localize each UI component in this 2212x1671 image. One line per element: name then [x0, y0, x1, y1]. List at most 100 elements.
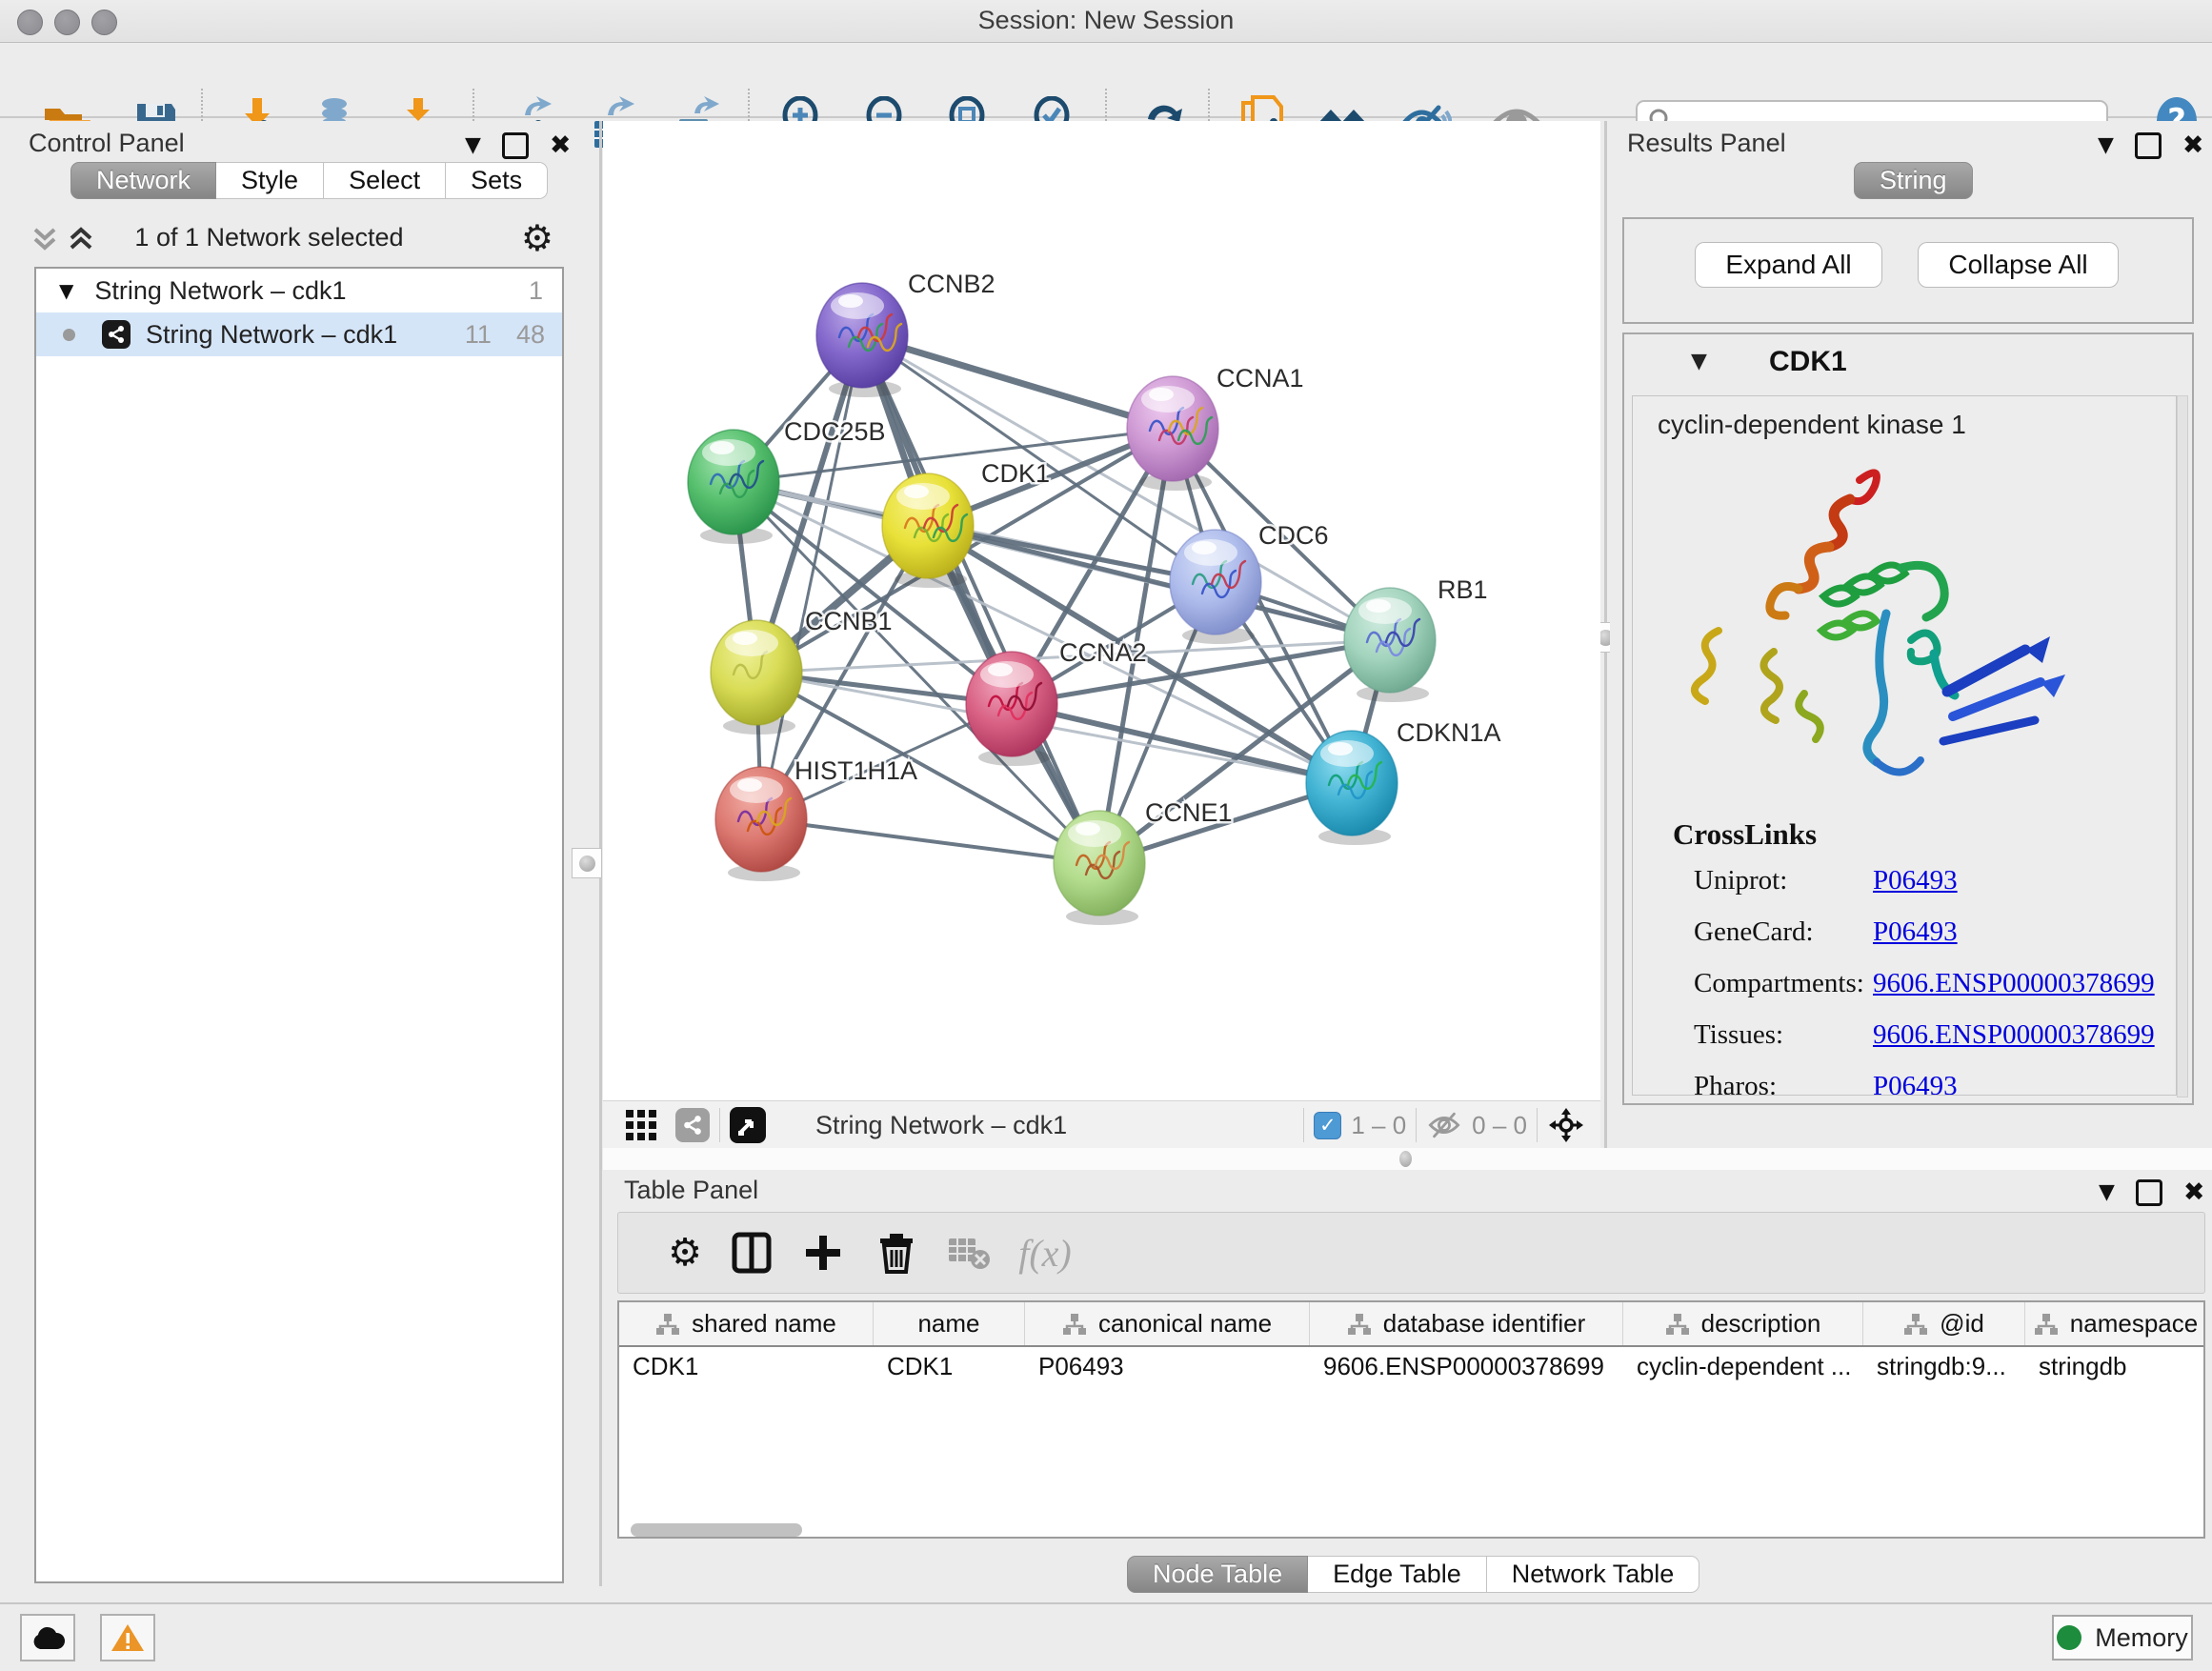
panel-collapse-icon[interactable]: ▼ [2099, 1180, 2115, 1204]
protein-structure-image [1661, 453, 2071, 815]
crosslink-link[interactable]: 9606.ENSP00000378699 [1873, 968, 2155, 999]
node-label-CCNA2: CCNA2 [1059, 638, 1147, 667]
network-node-CDC6[interactable]: CDC6 [1170, 521, 1329, 644]
create-column-icon[interactable] [796, 1226, 850, 1279]
network-node-CDKN1A[interactable]: CDKN1A [1306, 718, 1501, 845]
left-splitter-handle[interactable] [572, 848, 602, 878]
table-horizontal-scrollbar[interactable] [631, 1523, 802, 1537]
entry-expander-icon[interactable]: ▼ [1691, 350, 1707, 373]
crosslink-label: Uniprot: [1694, 865, 1787, 896]
cell-canonical-name[interactable]: P06493 [1025, 1352, 1310, 1381]
column-header-namespace[interactable]: namespace [2025, 1302, 2205, 1345]
network-row[interactable]: String Network – cdk1 11 48 [36, 312, 562, 356]
delete-table-icon[interactable] [942, 1226, 995, 1279]
control-panel: Control Panel ▼ ✖ NetworkStyleSelectSets… [8, 121, 569, 1586]
panel-float-icon[interactable] [502, 132, 529, 159]
network-list: ▼ String Network – cdk1 1 String Network… [34, 267, 564, 1583]
delete-column-icon[interactable] [870, 1226, 923, 1279]
separator [1416, 1108, 1417, 1142]
column-type-icon [1347, 1313, 1372, 1336]
column-type-icon [1665, 1313, 1690, 1336]
crosslink-link[interactable]: P06493 [1873, 916, 1958, 948]
panel-collapse-icon[interactable]: ▼ [465, 133, 481, 157]
selected-checkbox-icon[interactable]: ✓ [1314, 1112, 1341, 1139]
tree-expander-icon[interactable]: ▼ [59, 279, 73, 302]
tab-network-table[interactable]: Network Table [1487, 1556, 1700, 1593]
crosslink-link[interactable]: P06493 [1873, 1071, 1958, 1096]
control-panel-title: Control Panel [29, 129, 185, 158]
horizontal-splitter-handle[interactable] [1399, 1151, 1412, 1167]
column-type-icon [2034, 1313, 2059, 1336]
panel-collapse-icon[interactable]: ▼ [2098, 133, 2114, 157]
network-graph: CCNB2CCNA1CDC25BCDK1CDC6RB1CCNB1CCNA2CDK… [603, 121, 1600, 1100]
tab-style[interactable]: Style [216, 162, 324, 199]
tab-sets[interactable]: Sets [446, 162, 548, 199]
entry-header[interactable]: ▼ CDK1 [1624, 334, 2192, 393]
table-row[interactable]: CDK1CDK1P064939606.ENSP00000378699cyclin… [619, 1347, 2203, 1385]
title-bar: Session: New Session [0, 0, 2212, 43]
column-header-database-identifier[interactable]: database identifier [1310, 1302, 1623, 1345]
column-label: canonical name [1098, 1309, 1272, 1339]
tab-network[interactable]: Network [70, 162, 216, 199]
column-header-shared-name[interactable]: shared name [619, 1302, 874, 1345]
panel-close-icon[interactable]: ✖ [550, 131, 572, 160]
results-panel: Results Panel ▼ ✖ String Expand All Coll… [1610, 121, 2212, 1148]
network-view-toolbar: String Network – cdk1 ✓ 1 – 0 0 – 0 [603, 1100, 1600, 1150]
panel-close-icon[interactable]: ✖ [2182, 131, 2204, 160]
table-panel-title: Table Panel [624, 1176, 758, 1205]
network-collection-row[interactable]: ▼ String Network – cdk1 1 [36, 269, 562, 312]
collapse-all-button[interactable]: Collapse All [1918, 242, 2119, 288]
selected-counts: 1 – 0 [1351, 1111, 1406, 1140]
column-label: @id [1940, 1309, 1984, 1339]
network-node-RB1[interactable]: RB1 [1344, 575, 1488, 702]
crosslink-link[interactable]: 9606.ENSP00000378699 [1873, 1019, 2155, 1051]
network-node-HIST1H1A[interactable]: HIST1H1A [715, 756, 917, 881]
network-node-CCNB2[interactable]: CCNB2 [816, 270, 995, 397]
tab-string[interactable]: String [1854, 162, 1973, 199]
panel-float-icon[interactable] [2136, 1179, 2162, 1206]
cell-shared-name[interactable]: CDK1 [619, 1352, 874, 1381]
expand-all-button[interactable]: Expand All [1695, 242, 1882, 288]
column-header-description[interactable]: description [1623, 1302, 1863, 1345]
column-header-id[interactable]: @id [1863, 1302, 2025, 1345]
column-header-canonical-name[interactable]: canonical name [1025, 1302, 1310, 1345]
warnings-button[interactable] [100, 1614, 155, 1661]
horizontal-splitter[interactable] [603, 1148, 2212, 1172]
cloud-icon [30, 1624, 65, 1651]
table-options-gear-icon[interactable]: ⚙ [658, 1226, 712, 1279]
panel-close-icon[interactable]: ✖ [2183, 1178, 2205, 1207]
grid-view-icon[interactable] [624, 1108, 658, 1142]
network-options-gear-icon[interactable]: ⚙ [521, 217, 553, 259]
function-builder-icon[interactable]: f(x) [1018, 1226, 1072, 1279]
column-header-name[interactable]: name [874, 1302, 1025, 1345]
network-share-icon[interactable] [675, 1108, 710, 1142]
network-edge-HIST1H1A-CCNE1[interactable] [761, 819, 1099, 863]
cell-name[interactable]: CDK1 [874, 1352, 1025, 1381]
tab-node-table[interactable]: Node Table [1127, 1556, 1308, 1593]
cell-namespace[interactable]: stringdb [2025, 1352, 2205, 1381]
network-node-CCNE1[interactable]: CCNE1 [1054, 798, 1233, 925]
node-label-HIST1H1A: HIST1H1A [794, 756, 917, 785]
results-scrollbar[interactable] [2177, 395, 2188, 1097]
show-columns-icon[interactable] [725, 1226, 778, 1279]
crosslink-row: GeneCard:P06493 [1694, 916, 1814, 948]
crosslink-link[interactable]: P06493 [1873, 865, 1958, 896]
node-label-CCNB2: CCNB2 [908, 270, 995, 298]
network-edge-CCNB2-CCNA1[interactable] [862, 335, 1173, 429]
tab-select[interactable]: Select [324, 162, 446, 199]
panel-float-icon[interactable] [2135, 132, 2162, 159]
network-canvas[interactable]: CCNB2CCNA1CDC25BCDK1CDC6RB1CCNB1CCNA2CDK… [603, 121, 1600, 1100]
cell-description[interactable]: cyclin-dependent ... [1623, 1352, 1863, 1381]
hidden-counts: 0 – 0 [1472, 1111, 1527, 1140]
network-edge-CCNA2-CDKN1A[interactable] [1012, 704, 1352, 783]
network-edge-CCNB2-HIST1H1A[interactable] [761, 335, 862, 819]
cloud-status-button[interactable] [20, 1614, 75, 1661]
entry-name: CDK1 [1769, 346, 1847, 378]
memory-button[interactable]: Memory [2052, 1615, 2193, 1661]
birds-eye-view-icon[interactable] [730, 1107, 766, 1143]
pan-crosshair-icon[interactable] [1547, 1106, 1585, 1144]
cell-id[interactable]: stringdb:9... [1863, 1352, 2025, 1381]
hidden-eye-slash-icon[interactable] [1426, 1110, 1462, 1140]
tab-edge-table[interactable]: Edge Table [1308, 1556, 1487, 1593]
cell-database-identifier[interactable]: 9606.ENSP00000378699 [1310, 1352, 1623, 1381]
